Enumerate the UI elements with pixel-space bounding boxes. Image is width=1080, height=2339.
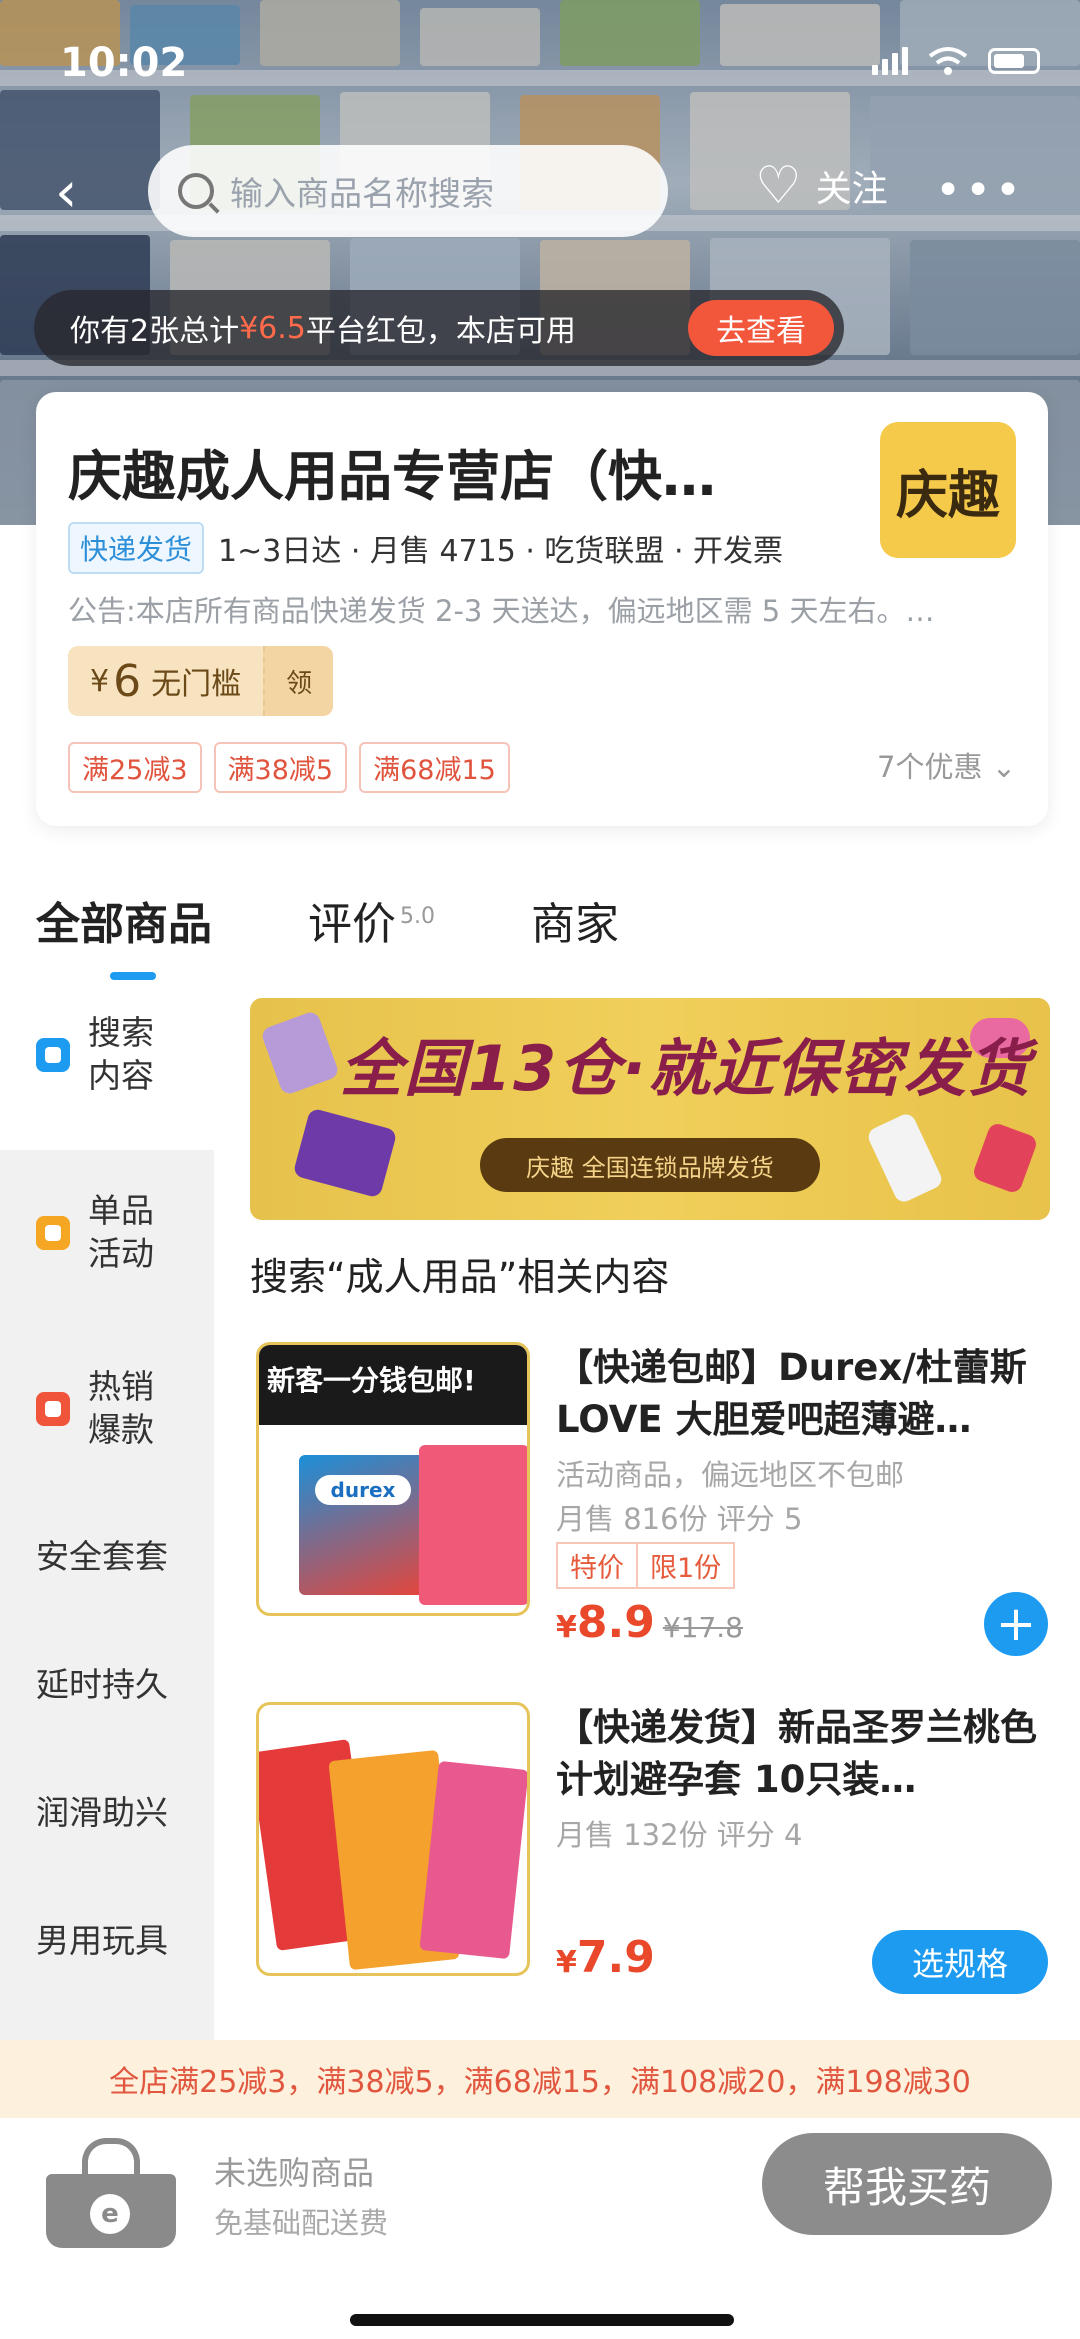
promo-tag: 满25减3 [68, 742, 202, 793]
banner-slogan: 全国13仓·就近保密发货 [340, 1032, 1032, 1105]
follow-button[interactable]: ♡ 关注 [755, 160, 888, 212]
promo-tag: 满68减15 [359, 742, 510, 793]
promo-banner[interactable]: 全国13仓·就近保密发货 庆趣 全国连锁品牌发货 [250, 998, 1050, 1220]
search-placeholder: 输入商品名称搜索 [230, 174, 494, 213]
product-tag: 特价 [556, 1542, 638, 1589]
tab-reviews-label: 评价 [308, 899, 396, 950]
sidebar-item-delay[interactable]: 延时持久 [36, 1664, 168, 1707]
search-icon [178, 173, 214, 209]
coupon-value: ¥ 6 无门槛 [68, 646, 263, 716]
tab-reviews[interactable]: 评价 5.0 [308, 888, 435, 952]
coupon-currency: ¥ [90, 663, 110, 699]
store-meta: 快递发货 1~3日达 · 月售 4715 · 吃货联盟 · 开发票 [68, 522, 783, 574]
store-tabs: 全部商品 评价 5.0 商家 [36, 888, 715, 980]
red-packet-suffix: 平台红包，本店可用 [305, 314, 576, 349]
section-title: 搜索“成人用品”相关内容 [250, 1255, 670, 1299]
sidebar-item-search[interactable]: 搜索 内容 [36, 1012, 154, 1098]
store-promo-bar: 全店满25减3，满38减5，满68减15，满108减20，满198减30 [0, 2040, 1080, 2118]
system-icons [872, 46, 1040, 76]
store-name[interactable]: 庆趣成人用品专营店（快… [68, 432, 828, 511]
wifi-icon [928, 47, 968, 75]
cart-bar: e 未选购商品 免基础配送费 帮我买药 [0, 2118, 1080, 2339]
buy-medicine-button[interactable]: 帮我买药 [762, 2133, 1052, 2235]
promo-tag: 满38减5 [213, 742, 348, 793]
home-indicator [350, 2314, 734, 2326]
sidebar-item-label: 热销 爆款 [88, 1367, 154, 1449]
delivery-tag: 快递发货 [68, 522, 205, 574]
follow-label: 关注 [815, 169, 888, 210]
product-decoration [292, 1107, 398, 1199]
cart-icon[interactable]: e [46, 2138, 176, 2248]
store-notice[interactable]: 公告:本店所有商品快递发货 2-3 天送达，偏远地区需 5 天左右。… [68, 588, 1018, 630]
store-info-card: 庆趣成人用品专营店（快… 庆趣 快递发货 1~3日达 · 月售 4715 · 吃… [36, 392, 1048, 826]
status-bar: 10:02 [60, 40, 1040, 90]
promo-count-dropdown[interactable]: 7个优惠 ⌄ [877, 744, 1016, 786]
review-score: 5.0 [400, 904, 435, 930]
store-coupon[interactable]: ¥ 6 无门槛 领 [68, 646, 334, 716]
store-meta-text: 1~3日达 · 月售 4715 · 吃货联盟 · 开发票 [218, 534, 784, 569]
search-content-icon [36, 1037, 70, 1072]
battery-icon [988, 48, 1040, 74]
back-icon[interactable]: ‹ [55, 163, 105, 223]
select-spec-button[interactable]: 选规格 [872, 1930, 1048, 1994]
original-price: ¥17.8 [662, 1611, 743, 1644]
product-sales: 月售 132份 评分 4 [556, 1818, 803, 1852]
product-title: 【快递包邮】Durex/杜蕾斯 LOVE 大胆爱吧超薄避… [556, 1346, 1027, 1441]
product-sales: 月售 816份 评分 5 [556, 1502, 803, 1536]
promo-tags: 满25减3 满38减5 满68减15 [68, 742, 510, 793]
red-packet-prefix: 你有2张总计 [70, 314, 240, 349]
product-item[interactable]: 【快递发货】新品圣罗兰桃色计划避孕套 10只装… 月售 132份 评分 4 ¥7… [250, 1702, 1050, 2002]
product-decoration [259, 1009, 341, 1097]
product-price: ¥8.9 ¥17.8 [556, 1597, 743, 1648]
product-tags: 特价 限1份 [556, 1542, 736, 1589]
sidebar-item-lubricant[interactable]: 润滑助兴 [36, 1792, 168, 1835]
search-input[interactable]: 输入商品名称搜索 [148, 145, 668, 237]
product-image[interactable]: 新客一分钱包邮! durex [256, 1342, 530, 1616]
product-tag: 限1份 [638, 1542, 736, 1589]
product-box [419, 1760, 527, 1960]
tab-all-products[interactable]: 全部商品 [36, 888, 212, 980]
red-packet-amount: ¥6.5 [239, 310, 306, 346]
tab-merchant[interactable]: 商家 [531, 888, 619, 952]
sidebar-item-label: 单品 活动 [88, 1191, 154, 1273]
product-decoration [865, 1111, 945, 1205]
coupon-amount: 6 [113, 655, 142, 707]
red-packet-banner[interactable]: 你有2张总计 ¥6.5 平台红包，本店可用 去查看 [34, 290, 844, 366]
more-icon[interactable]: ••• [935, 165, 1025, 216]
view-red-packet-button[interactable]: 去查看 [688, 300, 834, 356]
add-to-cart-button[interactable]: + [984, 1592, 1048, 1656]
activity-icon [36, 1215, 70, 1250]
hot-sale-icon [36, 1391, 70, 1426]
delivery-fee-text: 免基础配送费 [214, 2206, 389, 2240]
sidebar-item-label: 搜索 内容 [88, 1013, 154, 1095]
claim-coupon-button[interactable]: 领 [263, 646, 334, 716]
product-decoration [971, 1121, 1039, 1195]
coupon-label: 无门槛 [151, 667, 242, 702]
cart-status: 未选购商品 免基础配送费 [214, 2148, 388, 2242]
top-navigation: ‹ 输入商品名称搜索 ♡ 关注 ••• [0, 145, 1080, 237]
heart-icon: ♡ [755, 156, 802, 216]
sidebar-item-male-toys[interactable]: 男用玩具 [36, 1920, 168, 1963]
product-image[interactable] [256, 1702, 530, 1976]
signal-icon [872, 47, 908, 75]
sidebar-item-condoms[interactable]: 安全套套 [36, 1536, 168, 1579]
cart-empty-text: 未选购商品 [214, 2154, 375, 2192]
status-time: 10:02 [60, 40, 188, 86]
product-price: ¥7.9 [556, 1932, 655, 1983]
brand-label: durex [315, 1475, 411, 1505]
sidebar-item-single-activity[interactable]: 单品 活动 [36, 1190, 154, 1276]
banner-strip: 庆趣 全国连锁品牌发货 [480, 1138, 820, 1192]
image-caption: 新客一分钱包邮! [267, 1364, 476, 1397]
product-item[interactable]: 新客一分钱包邮! durex 【快递包邮】Durex/杜蕾斯 LOVE 大胆爱吧… [250, 1342, 1050, 1656]
product-title: 【快递发货】新品圣罗兰桃色计划避孕套 10只装… [556, 1706, 1037, 1801]
sidebar-item-hot-sale[interactable]: 热销 爆款 [36, 1366, 154, 1452]
product-box [419, 1445, 527, 1605]
product-subtitle: 活动商品，偏远地区不包邮 [556, 1458, 905, 1492]
store-logo: 庆趣 [880, 422, 1016, 558]
